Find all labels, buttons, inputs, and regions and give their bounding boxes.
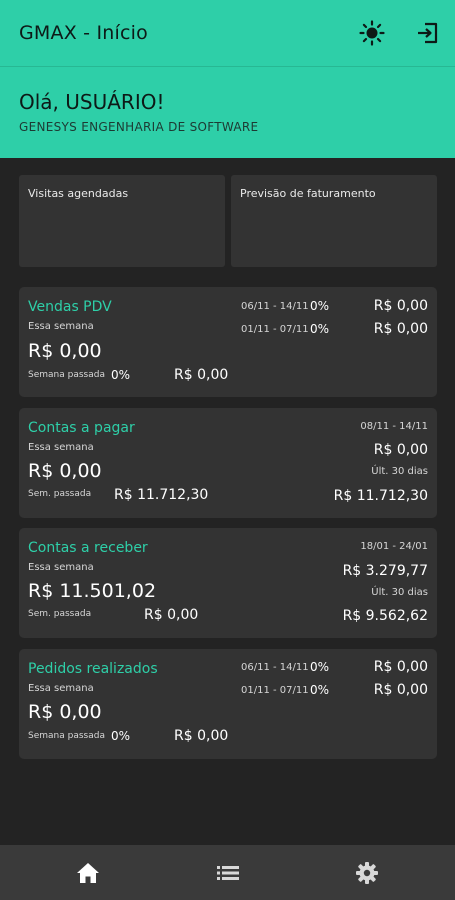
period-percent: 0% <box>310 683 330 697</box>
last-week-label: Sem. passada <box>28 609 92 619</box>
this-week-label: Essa semana <box>28 562 94 573</box>
this-week-label: Essa semana <box>28 442 94 453</box>
logout-button[interactable] <box>412 17 444 49</box>
company-name: GENESYS ENGENHARIA DE SOFTWARE <box>19 120 259 134</box>
card-title: Contas a receber <box>28 540 148 556</box>
this-week-value: R$ 0,00 <box>28 340 102 362</box>
last-week-label: Sem. passada <box>28 489 92 499</box>
period-percent: 0% <box>310 299 330 313</box>
period-value: R$ 0,00 <box>373 659 428 675</box>
period-value: R$ 0,00 <box>373 298 428 314</box>
accounts-payable-card[interactable]: Contas a pagar 08/11 - 14/11 Essa semana… <box>19 408 437 518</box>
greeting-title: Olá, USUÁRIO! <box>19 90 165 114</box>
last-30-days-value: R$ 9.562,62 <box>342 608 428 624</box>
sun-icon <box>359 20 385 46</box>
last-week-label: Semana passada <box>28 731 105 741</box>
logout-icon <box>418 22 438 44</box>
this-week-value: R$ 11.501,02 <box>28 580 157 602</box>
visits-tile[interactable]: Visitas agendadas <box>19 175 225 267</box>
period-value: R$ 0,00 <box>373 321 428 337</box>
orders-card[interactable]: Pedidos realizados Essa semana R$ 0,00 S… <box>19 649 437 759</box>
greeting-banner: Olá, USUÁRIO! GENESYS ENGENHARIA DE SOFT… <box>0 66 455 158</box>
last-30-days-label: Últ. 30 dias <box>371 587 428 598</box>
billing-forecast-tile[interactable]: Previsão de faturamento <box>231 175 437 267</box>
period-value: R$ 0,00 <box>373 682 428 698</box>
accounts-receivable-card[interactable]: Contas a receber 18/01 - 24/01 Essa sema… <box>19 528 437 638</box>
last-30-days-value: R$ 11.712,30 <box>333 488 428 504</box>
period-range: 01/11 - 07/11 <box>241 685 309 696</box>
nav-home-button[interactable] <box>68 857 108 889</box>
period-range: 18/01 - 24/01 <box>360 541 428 552</box>
card-title: Pedidos realizados <box>28 661 158 677</box>
home-icon <box>77 863 99 883</box>
this-week-value: R$ 0,00 <box>28 460 102 482</box>
last-week-value: R$ 11.712,30 <box>114 487 209 503</box>
nav-list-button[interactable] <box>208 857 248 889</box>
theme-toggle-button[interactable] <box>356 17 388 49</box>
period-value: R$ 3.279,77 <box>342 563 428 579</box>
period-range: 08/11 - 14/11 <box>360 421 428 432</box>
last-week-percent: 0% <box>111 368 131 382</box>
nav-settings-button[interactable] <box>347 857 387 889</box>
app-title: GMAX - Início <box>19 22 148 44</box>
visits-tile-label: Visitas agendadas <box>28 187 129 200</box>
card-title: Vendas PDV <box>28 299 112 315</box>
last-week-value: R$ 0,00 <box>174 367 229 383</box>
period-range: 06/11 - 14/11 <box>241 301 309 312</box>
this-week-label: Essa semana <box>28 683 94 694</box>
billing-forecast-tile-label: Previsão de faturamento <box>240 187 376 200</box>
last-30-days-label: Últ. 30 dias <box>371 466 428 477</box>
app-bar: GMAX - Início <box>0 0 455 66</box>
last-week-percent: 0% <box>111 729 131 743</box>
sales-pdv-card[interactable]: Vendas PDV Essa semana R$ 0,00 Semana pa… <box>19 287 437 397</box>
this-week-label: Essa semana <box>28 321 94 332</box>
period-range: 06/11 - 14/11 <box>241 662 309 673</box>
last-week-value: R$ 0,00 <box>174 728 229 744</box>
period-value: R$ 0,00 <box>373 442 428 458</box>
this-week-value: R$ 0,00 <box>28 701 102 723</box>
period-percent: 0% <box>310 322 330 336</box>
bottom-navigation <box>0 845 455 900</box>
card-title: Contas a pagar <box>28 420 135 436</box>
last-week-value: R$ 0,00 <box>144 607 199 623</box>
settings-icon <box>356 862 378 884</box>
last-week-label: Semana passada <box>28 370 105 380</box>
period-percent: 0% <box>310 660 330 674</box>
period-range: 01/11 - 07/11 <box>241 324 309 335</box>
list-icon <box>217 866 239 880</box>
